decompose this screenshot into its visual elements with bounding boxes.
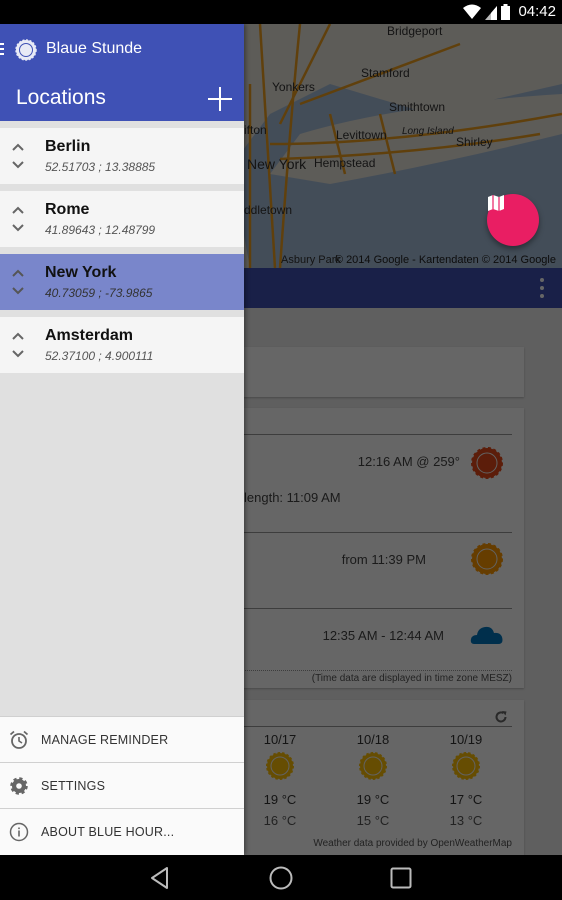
menu-icon[interactable] <box>0 43 6 55</box>
clock: 04:42 <box>518 3 556 20</box>
battery-icon <box>501 3 511 20</box>
status-bar: 04:42 <box>0 0 562 24</box>
location-list: Berlin 52.51703 ; 13.38885 Rome 41.89643… <box>0 121 244 380</box>
wifi-icon <box>463 4 482 19</box>
screen: 04:42 Blaue Stunde Locations Berlin 52.5… <box>0 0 562 900</box>
map-icon <box>488 195 504 211</box>
reorder-icon[interactable] <box>10 141 26 171</box>
reorder-icon[interactable] <box>10 204 26 234</box>
info-icon <box>9 822 29 842</box>
location-coords: 52.51703 ; 13.38885 <box>45 160 156 174</box>
location-coords: 41.89643 ; 12.48799 <box>45 223 156 237</box>
map-fab-button[interactable] <box>487 194 539 246</box>
reorder-icon[interactable] <box>10 267 26 297</box>
location-name: Amsterdam <box>45 327 134 344</box>
navigation-bar <box>0 855 562 900</box>
location-coords: 40.73059 ; -73.9865 <box>45 286 153 300</box>
drawer-footer: MANAGE REMINDER SETTINGS ABOUT BLUE HOUR… <box>0 716 244 855</box>
location-item-amsterdam[interactable]: Amsterdam 52.37100 ; 4.900111 <box>0 317 244 373</box>
navigation-drawer: Blaue Stunde Locations Berlin 52.51703 ;… <box>0 24 244 855</box>
location-name: Rome <box>45 201 90 218</box>
settings-item[interactable]: SETTINGS <box>0 762 244 808</box>
location-coords: 52.37100 ; 4.900111 <box>45 349 154 363</box>
gear-icon <box>10 777 28 795</box>
drawer-header: Blaue Stunde Locations <box>0 24 244 121</box>
signal-icon <box>485 5 498 20</box>
about-label: ABOUT BLUE HOUR... <box>41 825 175 839</box>
drawer-title: Locations <box>16 86 106 109</box>
location-name: Berlin <box>45 138 91 155</box>
back-icon[interactable] <box>147 865 173 891</box>
location-item-rome[interactable]: Rome 41.89643 ; 12.48799 <box>0 191 244 247</box>
home-icon[interactable] <box>268 865 294 891</box>
recents-icon[interactable] <box>388 865 414 891</box>
about-item[interactable]: ABOUT BLUE HOUR... <box>0 808 244 854</box>
manage-reminder-item[interactable]: MANAGE REMINDER <box>0 716 244 762</box>
reorder-icon[interactable] <box>10 330 26 360</box>
manage-reminder-label: MANAGE REMINDER <box>41 733 169 747</box>
location-name: New York <box>45 264 117 281</box>
app-title: Blaue Stunde <box>46 40 143 57</box>
add-location-button[interactable] <box>207 86 233 112</box>
location-item-berlin[interactable]: Berlin 52.51703 ; 13.38885 <box>0 128 244 184</box>
alarm-icon <box>9 730 29 749</box>
settings-label: SETTINGS <box>41 779 106 793</box>
location-item-new-york[interactable]: New York 40.73059 ; -73.9865 <box>0 254 244 310</box>
app-logo-sun-icon <box>15 39 37 61</box>
